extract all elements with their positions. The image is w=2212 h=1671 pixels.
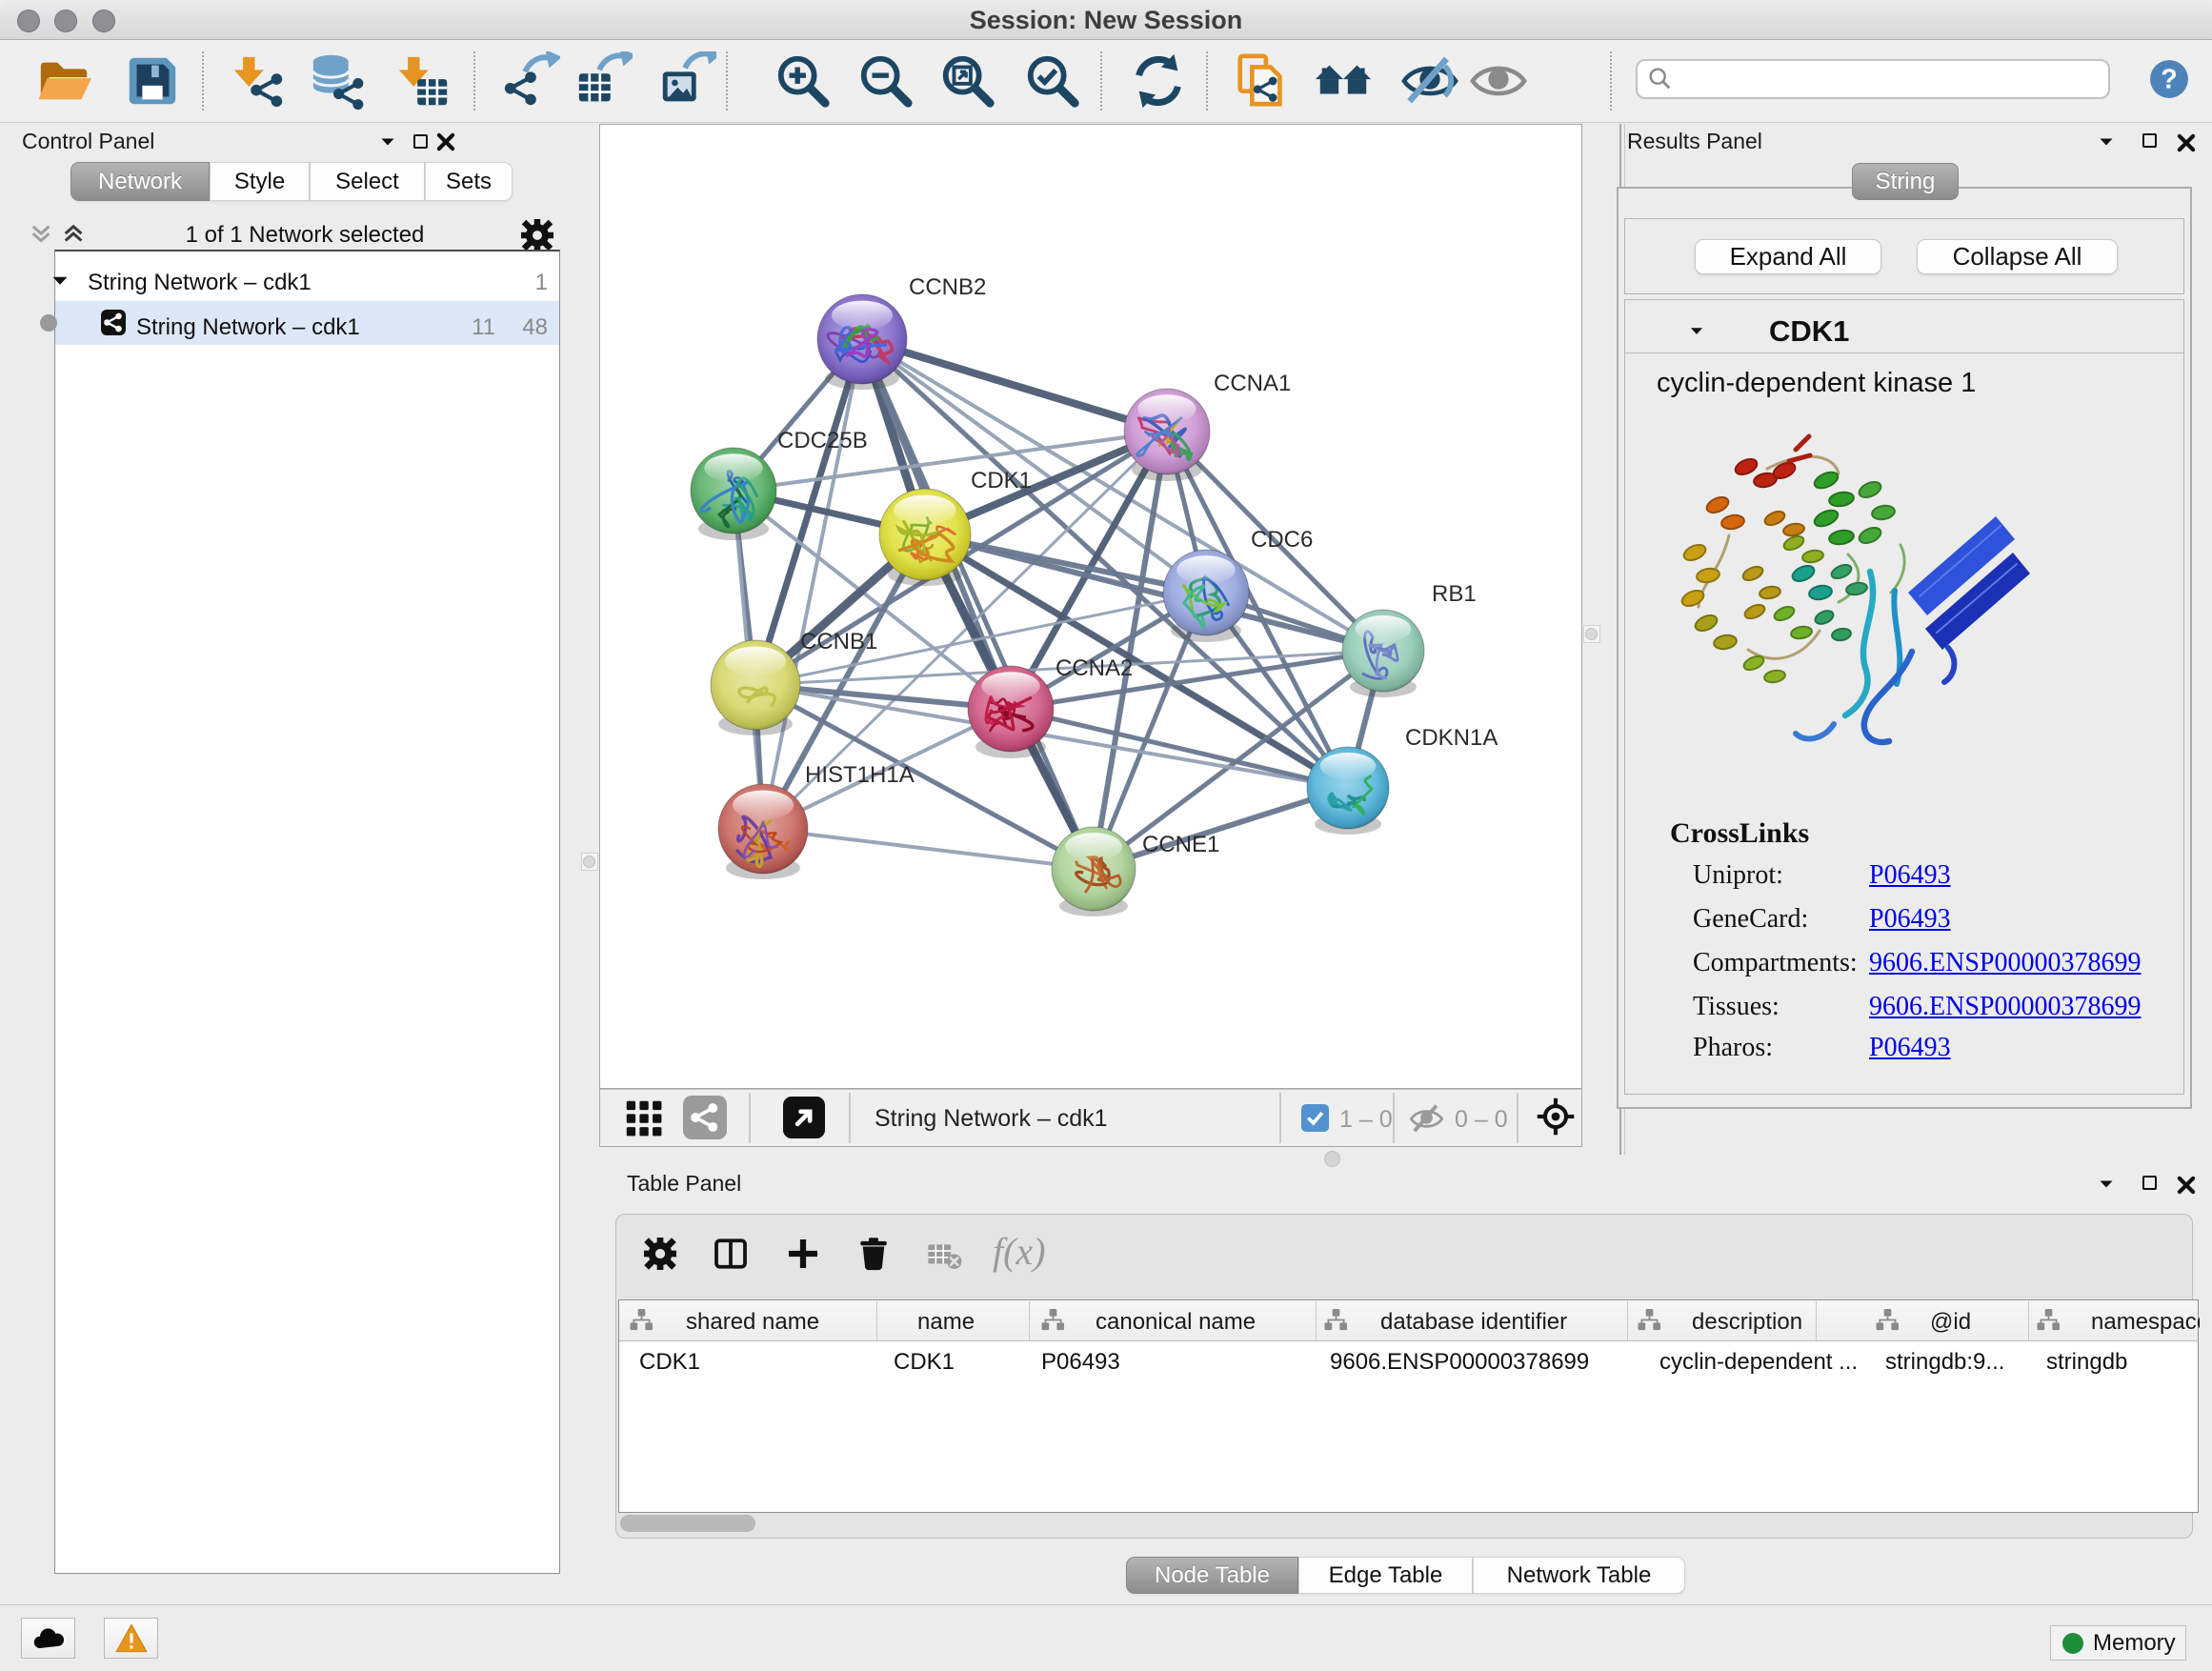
- svg-text:CCNA1: CCNA1: [1214, 371, 1291, 396]
- svg-text:CCNB2: CCNB2: [909, 274, 986, 300]
- svg-text:HIST1H1A: HIST1H1A: [805, 762, 915, 788]
- svg-text:CDK1: CDK1: [971, 468, 1032, 493]
- svg-text:CDC25B: CDC25B: [777, 428, 868, 453]
- svg-text:CCNA2: CCNA2: [1056, 655, 1133, 681]
- svg-text:?: ?: [2161, 65, 2178, 95]
- svg-text:CDC6: CDC6: [1251, 527, 1313, 553]
- svg-text:CCNB1: CCNB1: [800, 629, 877, 654]
- svg-text:CDKN1A: CDKN1A: [1405, 725, 1498, 751]
- svg-text:RB1: RB1: [1432, 581, 1477, 607]
- svg-text:CCNE1: CCNE1: [1142, 832, 1219, 857]
